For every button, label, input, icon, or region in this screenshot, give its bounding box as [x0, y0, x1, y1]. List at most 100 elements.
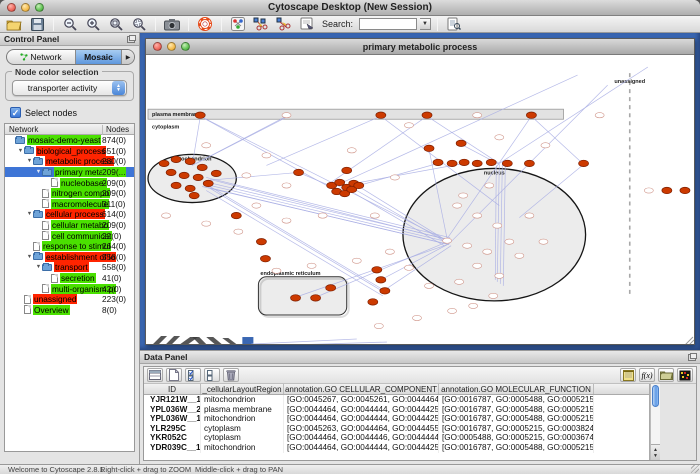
scrollbar-thumb[interactable] — [652, 385, 659, 407]
search-input[interactable] — [359, 18, 417, 30]
float-panel-icon[interactable] — [127, 36, 135, 43]
column-header[interactable]: annotation.GO CELLULAR_COMPONENT — [284, 384, 439, 394]
window-title: Cytoscape Desktop (New Session) — [0, 2, 700, 13]
search-options-icon[interactable] — [444, 17, 464, 32]
expand-arrow-icon[interactable]: ▼ — [17, 148, 24, 154]
help-ring-icon[interactable] — [195, 17, 215, 32]
delete-attribute-icon[interactable] — [223, 368, 239, 382]
expand-arrow-icon[interactable]: ▼ — [35, 264, 42, 270]
table-cell: [GO:0044464, GO:0044444, GO:0044425, G..… — [284, 443, 439, 453]
tree-row[interactable]: macromolecule311(0) — [5, 199, 134, 210]
tab-network[interactable]: Network — [7, 50, 75, 64]
table-cell: cytoplasm — [201, 433, 284, 443]
zoom-selected-icon[interactable] — [129, 17, 149, 32]
table-row[interactable]: YKR052Ccytoplasm[GO:0044464, GO:0044446,… — [144, 433, 649, 443]
tree-row[interactable]: secretion41(0) — [5, 273, 134, 284]
notepad-icon[interactable] — [620, 368, 636, 382]
tree-row[interactable]: cell communicat22(0) — [5, 230, 134, 241]
network-graph[interactable]: plasma membranecytoplasmmitochondrionnuc… — [146, 55, 694, 344]
table-cell — [594, 414, 640, 424]
function-builder-icon[interactable]: f(x) — [639, 368, 655, 382]
attribute-table: ID_cellularLayoutRegionannotation.GO CEL… — [144, 384, 696, 460]
zoom-out-icon[interactable] — [60, 17, 80, 32]
zoom-fit-icon[interactable] — [106, 17, 126, 32]
import-attributes-icon[interactable] — [658, 368, 674, 382]
tree-row[interactable]: Overview8(0) — [5, 305, 134, 316]
create-attribute-icon[interactable] — [166, 368, 182, 382]
expand-arrow-icon[interactable]: ▼ — [35, 169, 42, 175]
network-file-icon — [51, 274, 58, 283]
node-layout-icon[interactable] — [251, 17, 271, 32]
search-dropdown-button[interactable]: ▼ — [420, 18, 431, 30]
select-nodes-checkbox[interactable]: ✓ — [10, 107, 21, 118]
tree-row[interactable]: response to stimul264(0) — [5, 241, 134, 252]
table-vertical-scrollbar[interactable]: ▲▼ — [650, 384, 660, 460]
table-row[interactable]: YDR039C__1mitochondrion[GO:0044464, GO:0… — [144, 443, 649, 453]
tree-row[interactable]: ▼metabolic process280(0) — [5, 156, 134, 167]
network-file-icon — [42, 231, 49, 240]
scrollbar-arrows[interactable]: ▲▼ — [651, 444, 660, 460]
table-row[interactable]: YJR121W__1mitochondrion[GO:0045267, GO:0… — [144, 395, 649, 405]
table-row[interactable]: YPL036W__2plasma membrane[GO:0044464, GO… — [144, 405, 649, 415]
folder-icon — [33, 158, 43, 165]
table-row[interactable]: YPL036W__1mitochondrion[GO:0044464, GO:0… — [144, 414, 649, 424]
column-header[interactable] — [594, 384, 640, 394]
tree-column-nodes[interactable]: Nodes — [102, 125, 135, 135]
tree-row-node-count: 558(0) — [102, 252, 126, 262]
table-cell: [GO:0005488, GO:0005215, GO:0003674] — [439, 433, 594, 443]
network-box-icon[interactable] — [228, 17, 248, 32]
select-all-icon[interactable] — [185, 368, 201, 382]
tree-row[interactable]: mosaic-demo-yeast874(0) — [5, 135, 134, 146]
tree-row[interactable]: multi-organism pro42(0) — [5, 283, 134, 294]
heatmap-icon[interactable] — [677, 368, 693, 382]
table-cell: [GO:0016787, GO:0005488, GO:0005215, G..… — [439, 414, 594, 424]
network-tree: Network Nodes mosaic-demo-yeast874(0)▼bi… — [4, 123, 135, 452]
tree-row[interactable]: ▼transport558(0) — [5, 262, 134, 273]
folder-icon — [33, 211, 43, 218]
tree-row-label: secretion — [60, 273, 96, 283]
network-file-icon — [42, 221, 49, 230]
table-cell: [GO:0016787, GO:0005488, GO:0005215, G..… — [439, 405, 594, 415]
folder-icon — [33, 253, 43, 260]
table-cell: mitochondrion — [201, 395, 284, 405]
save-icon[interactable] — [27, 17, 47, 32]
tab-network-label: Network — [30, 52, 61, 62]
tree-row-label: mosaic-demo-yeast — [27, 135, 101, 145]
tree-row[interactable]: cellular metabo209(0) — [5, 220, 134, 231]
tree-row[interactable]: unassigned223(0) — [5, 294, 134, 305]
expand-arrow-icon[interactable]: ▼ — [26, 254, 33, 260]
column-header[interactable]: _cellularLayoutRegion — [201, 384, 284, 394]
main-toolbar: Search: ▼ — [0, 16, 700, 33]
expand-arrow-icon[interactable]: ▼ — [26, 211, 33, 217]
table-cell: [GO:0044464, GO:0044446, GO:0044444, G..… — [284, 433, 439, 443]
float-data-panel-icon[interactable] — [688, 354, 696, 361]
snapshot-camera-icon[interactable] — [162, 17, 182, 32]
column-header[interactable]: ID — [144, 384, 201, 394]
tree-column-network[interactable]: Network — [9, 125, 92, 134]
unselect-all-icon[interactable] — [204, 368, 220, 382]
node-color-dropdown[interactable]: transporter activity ▲▼ — [12, 80, 127, 96]
expand-arrow-icon[interactable]: ▼ — [26, 158, 33, 164]
open-icon[interactable] — [4, 17, 24, 32]
import-network-icon[interactable] — [297, 17, 317, 32]
table-cell: YLR295C — [144, 424, 201, 434]
resize-grip[interactable] — [691, 465, 699, 473]
tab-mosaic[interactable]: Mosaic — [75, 50, 121, 64]
tree-row[interactable]: ▼primary metabo209(... — [5, 167, 134, 178]
tree-row[interactable]: nitrogen compo209(0) — [5, 188, 134, 199]
network-canvas[interactable]: plasma membranecytoplasmmitochondrionnuc… — [146, 55, 694, 344]
column-header[interactable]: annotation.GO MOLECULAR_FUNCTION — [439, 384, 594, 394]
tree-row[interactable]: ▼biological_process651(0) — [5, 146, 134, 157]
table-cell: [GO:0045267, GO:0045261, GO:0044464, G..… — [284, 395, 439, 405]
tree-row-node-count: 42(0) — [102, 284, 121, 294]
tab-overflow-button[interactable]: ▶ — [121, 50, 134, 64]
table-cell: [GO:0016787, GO:0005215, GO:0003824, G..… — [439, 424, 594, 434]
table-cell: [GO:0044464, GO:0044444, GO:0044425, G..… — [284, 405, 439, 415]
tree-row[interactable]: ▼cellular process614(0) — [5, 209, 134, 220]
tree-row[interactable]: nucleobase-209(0) — [5, 177, 134, 188]
edge-layout-icon[interactable] — [274, 17, 294, 32]
select-attributes-icon[interactable] — [147, 368, 163, 382]
tree-row[interactable]: ▼establishment of lo558(0) — [5, 252, 134, 263]
zoom-in-icon[interactable] — [83, 17, 103, 32]
table-row[interactable]: YLR295Ccytoplasm[GO:0045263, GO:0044464,… — [144, 424, 649, 434]
